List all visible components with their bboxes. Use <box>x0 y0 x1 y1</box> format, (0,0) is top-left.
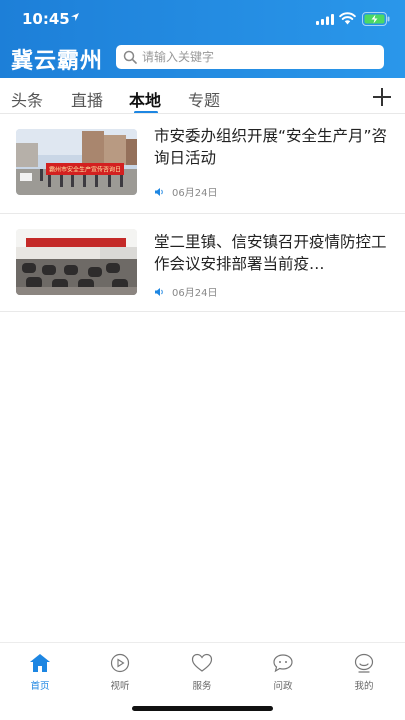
news-title[interactable]: 市安委办组织开展“安全生产月”咨询日活动 <box>154 125 390 169</box>
status-time: 10:45 <box>22 10 70 28</box>
play-icon <box>110 653 130 673</box>
tabbar-item-home[interactable]: 首页 <box>8 653 72 692</box>
tabbar-item-service[interactable]: 服务 <box>170 653 234 692</box>
home-indicator <box>132 706 273 711</box>
status-bar: 10:45 <box>0 0 405 40</box>
add-channel-icon[interactable] <box>371 86 393 108</box>
home-icon <box>30 654 50 672</box>
news-item[interactable]: 霸州市安全生产宣传咨询日 市安委办组织开展“安全生产月”咨询日活动 06月24日 <box>0 114 405 214</box>
news-meta: 06月24日 <box>154 184 217 199</box>
user-icon <box>354 653 374 673</box>
channel-tabs: 头条 直播 本地 专题 <box>0 78 405 114</box>
tabbar-item-inquiry[interactable]: 问政 <box>251 653 315 692</box>
speaker-icon[interactable] <box>154 187 164 197</box>
tabbar-item-profile[interactable]: 我的 <box>332 653 396 692</box>
tab-topics[interactable]: 专题 <box>188 87 220 111</box>
search-input[interactable] <box>142 48 378 66</box>
search-bar[interactable] <box>116 45 384 69</box>
tabbar-label: 问政 <box>273 681 293 692</box>
tab-headlines[interactable]: 头条 <box>11 87 43 111</box>
app-title: 冀云霸州 <box>11 48 104 74</box>
news-date: 06月24日 <box>172 188 218 199</box>
news-meta: 06月24日 <box>154 284 217 299</box>
news-thumbnail: 霸州市安全生产宣传咨询日 <box>16 129 137 195</box>
news-item[interactable]: 堂二里镇、信安镇召开疫情防控工作会议安排部署当前疫… 06月24日 <box>0 214 405 312</box>
app-header: 10:45 冀云霸州 <box>0 0 405 78</box>
news-list: 霸州市安全生产宣传咨询日 市安委办组织开展“安全生产月”咨询日活动 06月24日 <box>0 114 405 312</box>
tab-local[interactable]: 本地 <box>129 87 161 111</box>
chat-icon <box>273 654 293 673</box>
cellular-signal-icon <box>316 14 334 25</box>
wifi-icon <box>339 12 356 25</box>
news-thumbnail <box>16 229 137 295</box>
tabbar-label: 我的 <box>354 681 374 692</box>
banner-text: 霸州市安全生产宣传咨询日 <box>49 166 121 174</box>
heart-icon <box>191 653 213 672</box>
tabbar-label: 首页 <box>30 681 50 692</box>
tabbar-item-video[interactable]: 视听 <box>88 653 152 692</box>
speaker-icon[interactable] <box>154 287 164 297</box>
battery-charging-icon <box>362 12 390 26</box>
news-title[interactable]: 堂二里镇、信安镇召开疫情防控工作会议安排部署当前疫… <box>154 231 390 275</box>
news-date: 06月24日 <box>172 288 218 299</box>
tabbar-label: 服务 <box>192 681 212 692</box>
tabbar-label: 视听 <box>110 681 130 692</box>
search-icon <box>123 50 137 64</box>
location-arrow-icon <box>71 13 79 21</box>
tab-live[interactable]: 直播 <box>71 87 103 111</box>
